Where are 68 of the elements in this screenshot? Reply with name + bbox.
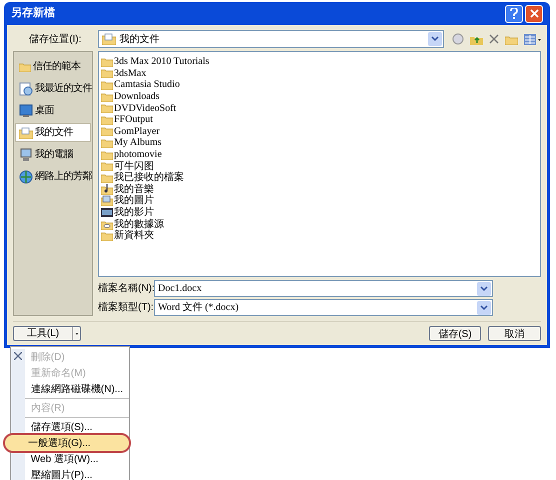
save-button[interactable]: 儲存(S) [429,326,481,341]
folder-icon [19,62,31,72]
computer-icon [19,148,33,162]
location-label: 儲存位置(I): [28,32,82,46]
menu-item[interactable]: 壓縮圖片(P)... [8,467,129,480]
documents-folder-icon [102,33,116,45]
close-icon [530,9,538,18]
file-item[interactable]: My Albums [101,137,540,149]
file-item[interactable]: 3dsMax [101,68,540,80]
folder-icon [101,172,113,183]
menu-item[interactable]: 一般選項(G)... [4,435,129,451]
folder-icon [101,114,113,125]
folder-icon [101,92,113,102]
places-item[interactable]: 網路上的芳鄰 [15,167,91,186]
menu-item[interactable]: 儲存選項(S)... [8,419,129,435]
desktop-icon [19,104,33,118]
delete-icon [14,352,22,360]
folder-icon [101,138,113,148]
file-item[interactable]: 可牛闪图 [101,160,540,172]
file-item[interactable]: DVDVideoSoft [101,102,540,114]
close-button[interactable] [525,4,543,22]
folder-icon [101,150,113,160]
delete-icon[interactable] [489,34,499,44]
pictures-folder-icon [101,195,113,206]
menu-item[interactable]: 連線網路磁碟機(N)... [8,381,129,397]
help-button[interactable] [505,4,523,22]
datasource-folder-icon [101,218,113,230]
views-grid-icon[interactable] [524,34,541,44]
tools-button[interactable]: 工具(L) [13,326,81,341]
file-item[interactable]: FFOutput [101,114,540,126]
folder-icon [101,68,113,78]
folder-icon [101,80,113,90]
caret-icon [72,327,80,340]
file-item[interactable]: 我的音樂 [101,184,540,196]
location-dropdown[interactable]: 我的文件 [98,30,444,48]
folder-icon [101,126,113,136]
file-item[interactable]: 我的圖片 [101,195,540,207]
file-type-field[interactable]: Word 文件 (*.docx) [154,299,493,316]
menu-item[interactable]: Web 選項(W)... [8,451,129,467]
file-item[interactable]: 我已接收的檔案 [101,172,540,184]
folder-icon [101,103,113,114]
folder-icon [101,161,113,172]
file-item[interactable]: Camtasia Studio [101,79,540,91]
file-item[interactable]: 我的影片 [101,206,540,218]
file-name-label: 檔案名稱(N): [98,282,154,296]
documents-folder-icon [19,126,33,138]
film-folder-icon [101,207,113,218]
document-clock-icon [19,82,33,96]
places-item[interactable]: 我的文件 [15,123,91,142]
places-item[interactable]: 我的電腦 [15,145,91,164]
places-item[interactable]: 桌面 [15,101,91,120]
music-folder-icon [101,184,113,195]
question-mark-icon [510,8,518,19]
file-item[interactable]: Downloads [101,90,540,102]
cancel-button[interactable]: 取消 [488,326,541,341]
window-title: 另存新檔 [11,6,55,22]
file-item[interactable]: 我的數據源 [101,218,540,230]
file-item[interactable]: 3ds Max 2010 Tutorials [101,56,540,68]
folder-icon [101,230,113,241]
places-item[interactable]: 信任的範本 [15,57,91,76]
file-name-field[interactable]: Doc1.docx [154,280,493,297]
file-item[interactable]: photomovie [101,148,540,160]
file-item[interactable]: 新資料夾 [101,230,540,242]
network-globe-icon [19,170,33,184]
places-item[interactable]: 我最近的文件 [15,79,91,98]
folder-icon [101,56,113,67]
file-type-label: 檔案類型(T): [98,300,154,315]
file-item[interactable]: GomPlayer [101,126,540,138]
